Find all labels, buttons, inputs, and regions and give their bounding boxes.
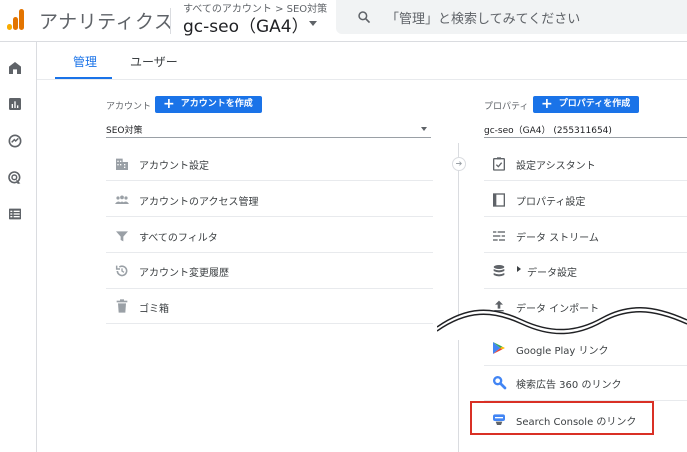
- people-icon: [115, 195, 129, 204]
- create-account-button[interactable]: + アカウントを作成: [155, 96, 262, 113]
- trash-icon: [116, 299, 128, 313]
- search-icon: [358, 11, 371, 24]
- trash-link[interactable]: ゴミ箱: [139, 300, 169, 315]
- setup-assistant-link[interactable]: 設定アシスタント: [516, 157, 596, 172]
- property-selector[interactable]: gc-seo（GA4）: [183, 12, 309, 37]
- property-section-label: プロパティ: [484, 102, 529, 112]
- search-input[interactable]: 「管理」と検索してみてください: [386, 8, 580, 27]
- row-divider: [484, 180, 687, 181]
- property-settings-link[interactable]: プロパティ設定: [516, 193, 585, 208]
- app-title: アナリティクス: [39, 11, 174, 33]
- tab-admin[interactable]: 管理: [73, 53, 97, 70]
- header-divider: [170, 8, 171, 34]
- row-divider: [484, 252, 687, 253]
- property-selector-field[interactable]: gc-seo（GA4） (255311654): [484, 123, 612, 136]
- account-access-management-link[interactable]: アカウントのアクセス管理: [139, 193, 259, 208]
- all-filters-link[interactable]: すべてのフィルタ: [139, 229, 218, 244]
- row-divider: [484, 288, 687, 289]
- create-property-button[interactable]: + プロパティを作成: [533, 96, 639, 113]
- account-settings-link[interactable]: アカウント設定: [139, 157, 209, 172]
- reports-icon[interactable]: [7, 96, 23, 112]
- page-break-wave: [437, 307, 687, 340]
- checklist-icon: [493, 157, 505, 171]
- data-settings-link[interactable]: データ設定: [527, 264, 577, 279]
- account-selector-underline: [106, 137, 431, 138]
- row-divider: [484, 365, 687, 366]
- create-account-label: アカウントを作成: [180, 99, 253, 109]
- plus-icon: +: [541, 96, 553, 112]
- search-ads-360-icon: [493, 376, 507, 390]
- top-app-bar: アナリティクス すべてのアカウント > SEO対策 gc-seo（GA4） 「管…: [0, 0, 687, 42]
- row-divider: [484, 216, 687, 217]
- explore-icon[interactable]: [7, 133, 23, 149]
- expand-arrow-icon[interactable]: [517, 266, 521, 272]
- google-play-link[interactable]: Google Play リンク: [516, 342, 608, 357]
- tabs-divider: [37, 79, 687, 80]
- left-nav-rail: [0, 42, 37, 452]
- account-selector[interactable]: SEO対策: [106, 123, 142, 136]
- row-divider: [106, 216, 433, 217]
- search-ads-360-link[interactable]: 検索広告 360 のリンク: [516, 376, 621, 391]
- data-streams-link[interactable]: データ ストリーム: [516, 229, 599, 244]
- configure-icon[interactable]: [7, 206, 23, 222]
- filter-icon: [116, 231, 128, 242]
- account-section-label: アカウント: [106, 102, 152, 112]
- chevron-down-icon[interactable]: [421, 127, 427, 131]
- database-icon: [493, 265, 505, 277]
- tab-user[interactable]: ユーザー: [130, 53, 178, 70]
- search-console-highlight-box: [470, 401, 654, 435]
- column-divider: [458, 143, 459, 452]
- arrow-right-icon: ➔: [452, 157, 466, 171]
- property-settings-icon: [493, 193, 505, 207]
- building-icon: [116, 158, 128, 170]
- search-bar[interactable]: 「管理」と検索してみてください: [336, 0, 687, 34]
- plus-icon: +: [163, 96, 175, 112]
- data-streams-icon: [493, 231, 505, 241]
- row-divider: [106, 323, 433, 324]
- history-icon: [115, 265, 128, 277]
- row-divider: [106, 252, 433, 253]
- row-divider: [106, 288, 433, 289]
- advertising-icon[interactable]: [7, 170, 23, 186]
- property-selector-underline: [484, 137, 687, 138]
- google-play-icon: [493, 342, 505, 354]
- account-change-history-link[interactable]: アカウント変更履歴: [139, 264, 229, 279]
- row-divider: [106, 180, 433, 181]
- analytics-logo-icon[interactable]: [7, 8, 25, 30]
- chevron-down-icon[interactable]: [309, 21, 317, 26]
- create-property-label: プロパティを作成: [558, 99, 631, 109]
- home-icon[interactable]: [7, 60, 23, 76]
